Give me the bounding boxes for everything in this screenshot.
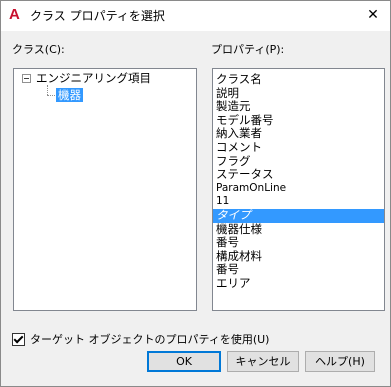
property-list-item[interactable]: 納入業者 [213,127,384,141]
ok-button[interactable]: OK [147,351,221,372]
tree-node-equipment[interactable]: 機器 [56,88,83,102]
property-list-item[interactable]: ParamOnLine [213,182,384,196]
use-target-properties-label[interactable]: ターゲット オブジェクトのプロパティを使用(U) [30,333,269,346]
property-list-item[interactable]: クラス名 [213,72,384,87]
property-label: プロパティ(P): [211,43,285,56]
property-list-item[interactable]: 説明 [213,86,384,101]
property-list[interactable]: クラス名 説明 製造元 モデル番号 納入業者 コメント フラグ ステータス ParamOnLin… [212,68,385,311]
property-list-item[interactable]: フラグ [213,154,384,169]
property-list-item[interactable]: 番号 [213,263,384,277]
property-list-item[interactable]: 製造元 [213,100,384,114]
property-list-item[interactable]: コメント [213,140,384,155]
dialog-title: クラス プロパティを選択 [30,9,165,23]
tree-collapse-icon[interactable] [22,74,31,83]
dialog-window: A クラス プロパティを選択 ✕ クラス(C): エンジニアリング項目 機器 プ… [0,0,391,387]
property-list-item[interactable]: 11 [213,195,384,209]
tree-connector [47,95,55,96]
property-list-item[interactable]: タイプ [213,208,384,223]
class-label: クラス(C): [12,43,65,56]
use-target-properties-checkbox[interactable] [12,333,25,346]
title-bar[interactable]: A クラス プロパティを選択 ✕ [1,1,390,31]
property-list-item[interactable]: 機器仕様 [213,222,384,237]
close-button[interactable]: ✕ [360,4,386,26]
help-button[interactable]: ヘルプ(H) [305,351,375,372]
property-list-item[interactable]: エリア [213,276,384,291]
property-list-item[interactable]: モデル番号 [213,113,384,128]
class-tree[interactable]: エンジニアリング項目 機器 [13,68,197,311]
autocad-logo-icon: A [9,6,20,23]
tree-connector [47,85,48,95]
property-list-item[interactable]: ステータス [213,168,384,182]
property-list-item[interactable]: 構成材料 [213,249,384,264]
cancel-button[interactable]: キャンセル [227,351,299,372]
property-list-item[interactable]: 番号 [213,236,384,250]
tree-node-engineering-items[interactable]: エンジニアリング項目 [36,71,151,85]
